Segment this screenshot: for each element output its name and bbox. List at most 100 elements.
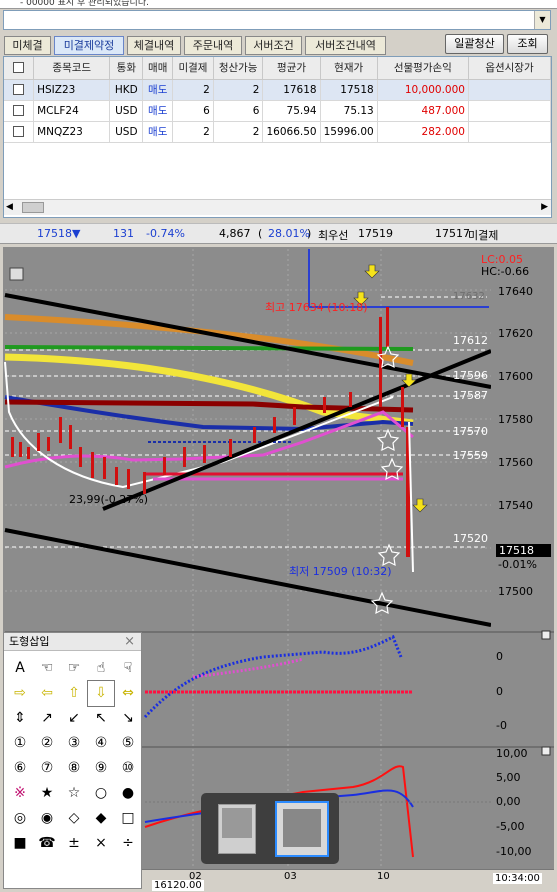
circled-1-icon[interactable]: ① xyxy=(7,731,33,756)
table-row[interactable]: MNQZ23 USD 매도 2 2 16066.50 15996.00 282.… xyxy=(4,121,551,143)
cell-side: 매도 xyxy=(142,79,174,101)
arrow-up-icon[interactable]: ⇧ xyxy=(61,681,87,706)
window-thumbnail-active[interactable] xyxy=(275,801,329,857)
info-best-label: 최우선 xyxy=(318,229,349,242)
info-bid: 17517 xyxy=(435,227,470,240)
window-thumbnail[interactable] xyxy=(218,804,256,854)
col-avg[interactable]: 평균가 xyxy=(262,57,321,80)
row-checkbox[interactable] xyxy=(13,126,25,137)
cell-pnl: 487.000 xyxy=(377,100,469,122)
arrow-leftright-icon[interactable]: ⇔ xyxy=(115,681,141,706)
horizontal-scrollbar[interactable]: ◀ ▶ xyxy=(4,199,551,215)
crosshair-time: 10:34:00 xyxy=(493,873,542,884)
tab-server-condition-history[interactable]: 서버조건내역 xyxy=(305,36,386,55)
double-circle-icon[interactable]: ◎ xyxy=(7,806,33,831)
col-closable[interactable]: 청산가능 xyxy=(213,57,264,80)
divide-icon[interactable]: ÷ xyxy=(115,831,141,856)
window-switcher[interactable] xyxy=(201,793,339,864)
grid-toggle-icon[interactable] xyxy=(9,267,24,281)
arrow-nw-icon[interactable]: ↖ xyxy=(88,706,114,731)
hline-label: 17596 xyxy=(453,369,488,382)
fisheye-icon[interactable]: ◉ xyxy=(34,806,60,831)
shape-insert-palette[interactable]: 도형삽입 × A ☜ ☞ ☝ ☟ ⇨ ⇦ ⇧ ⇩ ⇔ ⇕ ↗ ↙ ↖ ↘ ① ② ③ ④ ⑤ ⑥ ⑦ ⑧ ⑨ ⑩ ※ ★ ☆ ○ ● ◎ ◉ ◇… xyxy=(3,632,142,889)
cell-pnl: 10,000.000 xyxy=(377,79,469,101)
point-right-icon[interactable]: ☞ xyxy=(61,656,87,681)
price-tick: 17540 xyxy=(498,499,533,512)
star-icon[interactable]: ☆ xyxy=(61,781,87,806)
filled-square-icon[interactable]: ■ xyxy=(7,831,33,856)
cell-currency: USD xyxy=(109,100,144,122)
circled-5-icon[interactable]: ⑤ xyxy=(115,731,141,756)
tab-unfilled[interactable]: 미체결 xyxy=(4,36,51,55)
tab-server-conditions[interactable]: 서버조건 xyxy=(245,36,302,55)
plus-minus-icon[interactable]: ± xyxy=(61,831,87,856)
info-best: 17519 xyxy=(358,227,393,240)
circled-10-icon[interactable]: ⑩ xyxy=(115,756,141,781)
query-button[interactable]: 조회 xyxy=(507,34,548,54)
arrow-left-icon[interactable]: ⇦ xyxy=(34,681,60,706)
liquidate-all-button[interactable]: 일괄청산 xyxy=(445,34,504,54)
circle-icon[interactable]: ○ xyxy=(88,781,114,806)
scroll-right-icon[interactable]: ▶ xyxy=(541,202,548,212)
arrow-down-icon[interactable]: ⇩ xyxy=(87,680,115,707)
filled-circle-icon[interactable]: ● xyxy=(115,781,141,806)
diamond-icon[interactable]: ◇ xyxy=(61,806,87,831)
row-checkbox[interactable] xyxy=(13,105,25,116)
filled-star-icon[interactable]: ★ xyxy=(34,781,60,806)
point-left-icon[interactable]: ☜ xyxy=(34,656,60,681)
select-all-cell[interactable] xyxy=(4,57,35,80)
square-icon[interactable]: □ xyxy=(115,806,141,831)
table-row[interactable]: HSIZ23 HKD 매도 2 2 17618 17518 10,000.000 xyxy=(4,79,551,101)
cell-side: 매도 xyxy=(142,121,174,143)
cell-code: MNQZ23 xyxy=(33,121,111,143)
col-pnl[interactable]: 선물평가손익 xyxy=(377,57,469,80)
col-currency[interactable]: 통화 xyxy=(109,57,144,80)
row-checkbox[interactable] xyxy=(13,84,25,95)
circled-7-icon[interactable]: ⑦ xyxy=(34,756,60,781)
circled-3-icon[interactable]: ③ xyxy=(61,731,87,756)
col-code[interactable]: 종목코드 xyxy=(33,57,111,80)
text-tool[interactable]: A xyxy=(7,656,33,681)
col-current[interactable]: 현재가 xyxy=(320,57,378,80)
circled-6-icon[interactable]: ⑥ xyxy=(7,756,33,781)
circled-9-icon[interactable]: ⑨ xyxy=(88,756,114,781)
price-tick: 17500 xyxy=(498,585,533,598)
account-combo[interactable]: ▼ xyxy=(3,10,551,30)
tab-orders[interactable]: 주문내역 xyxy=(184,36,242,55)
filled-diamond-icon[interactable]: ◆ xyxy=(88,806,114,831)
arrow-updown-icon[interactable]: ⇕ xyxy=(7,706,33,731)
multiply-icon[interactable]: × xyxy=(88,831,114,856)
point-down-icon[interactable]: ☟ xyxy=(115,656,141,681)
select-all-checkbox[interactable] xyxy=(13,62,25,74)
phone-icon[interactable]: ☎ xyxy=(34,831,60,856)
reference-mark-icon[interactable]: ※ xyxy=(7,781,33,806)
arrow-se-icon[interactable]: ↘ xyxy=(115,706,141,731)
hline-label: 17632 xyxy=(453,291,485,302)
col-open[interactable]: 미결제 xyxy=(172,57,214,80)
cell-open: 6 xyxy=(172,100,214,122)
col-side[interactable]: 매매 xyxy=(142,57,174,80)
circled-8-icon[interactable]: ⑧ xyxy=(61,756,87,781)
col-option-market[interactable]: 옵션시장가 xyxy=(468,57,551,80)
time-tick: 10 xyxy=(377,871,390,882)
arrow-ne-icon[interactable]: ↗ xyxy=(34,706,60,731)
circled-2-icon[interactable]: ② xyxy=(34,731,60,756)
price-tick: 17640 xyxy=(498,285,533,298)
close-icon[interactable]: × xyxy=(124,634,135,649)
tab-open-interest[interactable]: 미결제약정 xyxy=(54,36,124,55)
chevron-down-icon[interactable]: ▼ xyxy=(534,11,550,29)
cell-currency: USD xyxy=(109,121,144,143)
circled-4-icon[interactable]: ④ xyxy=(88,731,114,756)
cell-open: 2 xyxy=(172,121,214,143)
tab-executions[interactable]: 체결내역 xyxy=(127,36,181,55)
scroll-left-icon[interactable]: ◀ xyxy=(6,202,13,212)
table-header-row: 종목코드 통화 매매 미결제 청산가능 평균가 현재가 선물평가손익 옵션시장가 xyxy=(4,57,551,80)
current-pct: -0.01% xyxy=(498,558,537,571)
scroll-thumb[interactable] xyxy=(22,202,44,213)
arrow-sw-icon[interactable]: ↙ xyxy=(61,706,87,731)
point-up-icon[interactable]: ☝ xyxy=(88,656,114,681)
arrow-right-icon[interactable]: ⇨ xyxy=(7,681,33,706)
top-status-strip: - 00000 표시 후 관리되었습니다. xyxy=(0,0,557,9)
table-row[interactable]: MCLF24 USD 매도 6 6 75.94 75.13 487.000 xyxy=(4,100,551,122)
price-tick: 17600 xyxy=(498,370,533,383)
